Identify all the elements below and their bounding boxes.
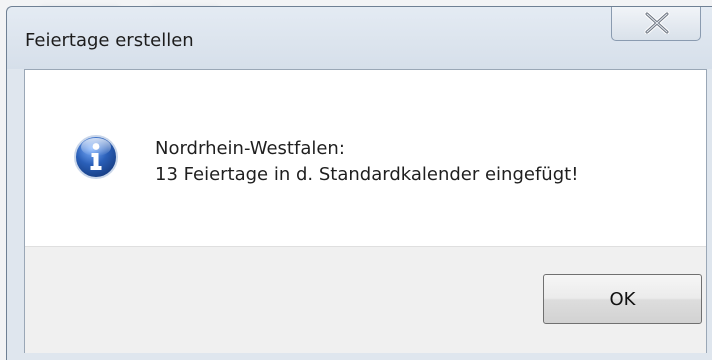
dialog-title: Feiertage erstellen bbox=[25, 30, 194, 51]
ok-button[interactable]: OK bbox=[543, 274, 702, 324]
button-bar: OK bbox=[25, 246, 706, 353]
title-bar[interactable]: Feiertage erstellen bbox=[7, 7, 712, 69]
message-text: Nordrhein-Westfalen: 13 Feiertage in d. … bbox=[155, 136, 578, 188]
message-area: Nordrhein-Westfalen: 13 Feiertage in d. … bbox=[25, 70, 706, 246]
info-icon bbox=[74, 135, 118, 179]
message-dialog: Feiertage erstellen Nordrhein-Westfalen:… bbox=[6, 6, 712, 360]
message-line-1: Nordrhein-Westfalen: bbox=[155, 138, 345, 159]
dialog-body: Nordrhein-Westfalen: 13 Feiertage in d. … bbox=[24, 69, 707, 353]
close-button[interactable] bbox=[611, 7, 701, 41]
close-icon bbox=[644, 12, 670, 34]
message-line-2: 13 Feiertage in d. Standardkalender eing… bbox=[155, 164, 579, 185]
